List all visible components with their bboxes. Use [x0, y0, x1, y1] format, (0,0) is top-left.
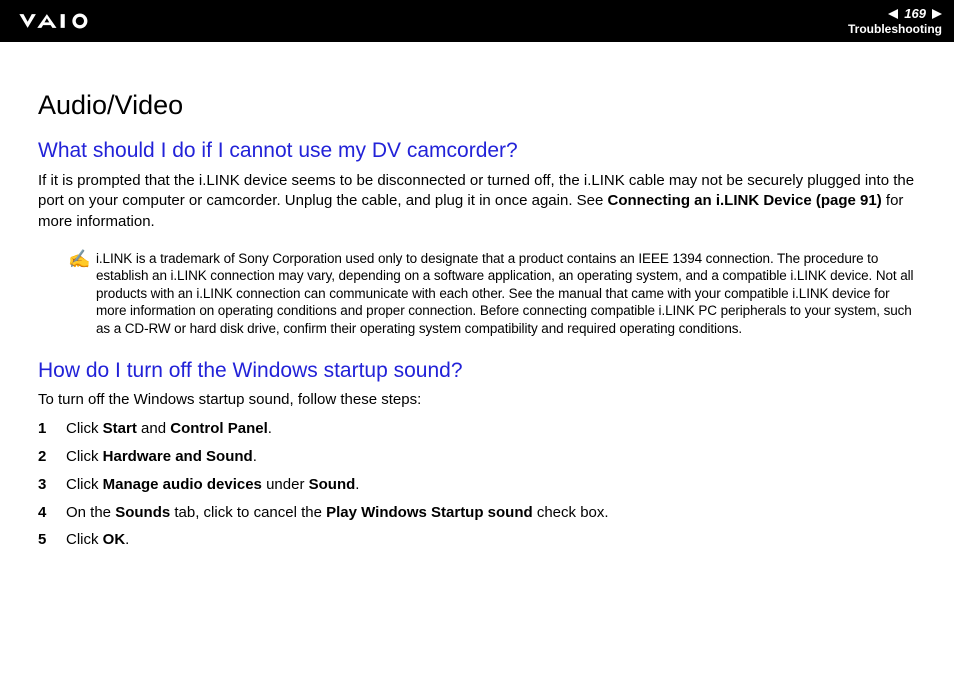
steps-list: Click Start and Control Panel. Click Har…	[38, 418, 916, 551]
step-text: Click	[66, 448, 103, 465]
note-icon: ✍	[68, 250, 96, 338]
step-text: On the	[66, 504, 115, 521]
step-item: Click Start and Control Panel.	[38, 418, 916, 440]
prev-page-icon[interactable]	[888, 9, 898, 19]
step-bold: OK	[103, 531, 126, 548]
header-right: 169 Troubleshooting	[848, 6, 942, 36]
question-2-intro: To turn off the Windows startup sound, f…	[38, 391, 916, 408]
step-item: Click Hardware and Sound.	[38, 446, 916, 468]
step-item: Click OK.	[38, 529, 916, 551]
header-bar: 169 Troubleshooting	[0, 0, 954, 42]
note-block: ✍ i.LINK is a trademark of Sony Corporat…	[68, 250, 916, 338]
page-nav: 169	[848, 6, 942, 21]
step-text: Click	[66, 531, 103, 548]
step-bold: Start	[103, 420, 137, 437]
section-label: Troubleshooting	[848, 22, 942, 36]
page-number: 169	[900, 6, 930, 21]
step-text: .	[268, 420, 272, 437]
step-text: .	[125, 531, 129, 548]
link-connecting-ilink[interactable]: Connecting an i.LINK Device (page 91)	[608, 192, 882, 209]
note-text: i.LINK is a trademark of Sony Corporatio…	[96, 250, 916, 338]
question-2-heading: How do I turn off the Windows startup so…	[38, 359, 916, 383]
step-text: under	[262, 476, 309, 493]
next-page-icon[interactable]	[932, 9, 942, 19]
step-bold: Control Panel	[170, 420, 268, 437]
step-bold: Sounds	[115, 504, 170, 521]
question-1-body: If it is prompted that the i.LINK device…	[38, 171, 916, 232]
step-text: check box.	[533, 504, 609, 521]
page-title: Audio/Video	[38, 90, 916, 121]
step-text: .	[355, 476, 359, 493]
step-bold: Sound	[309, 476, 356, 493]
step-text: and	[137, 420, 170, 437]
step-bold: Manage audio devices	[103, 476, 262, 493]
step-text: .	[253, 448, 257, 465]
step-text: Click	[66, 476, 103, 493]
page-content: Audio/Video What should I do if I cannot…	[0, 42, 954, 551]
step-item: On the Sounds tab, click to cancel the P…	[38, 502, 916, 524]
step-text: tab, click to cancel the	[170, 504, 326, 521]
step-text: Click	[66, 420, 103, 437]
step-bold: Hardware and Sound	[103, 448, 253, 465]
step-bold: Play Windows Startup sound	[326, 504, 533, 521]
vaio-logo	[18, 11, 128, 31]
question-1-heading: What should I do if I cannot use my DV c…	[38, 139, 916, 163]
step-item: Click Manage audio devices under Sound.	[38, 474, 916, 496]
